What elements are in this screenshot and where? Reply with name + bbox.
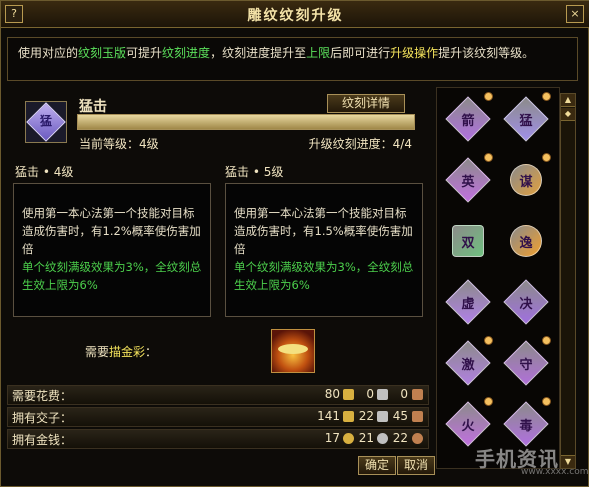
inscription-slot[interactable]: 虚 [445, 279, 491, 325]
upgrade-window: ? 雕纹纹刻升级 × 使用对应的纹刻玉版可提升纹刻进度，纹刻进度提升至上限后即可… [0, 0, 589, 487]
inscription-slot[interactable]: 毒 [503, 397, 551, 447]
cost-value: 141 [317, 409, 340, 423]
gold-paint-bowl-icon[interactable] [271, 329, 315, 373]
cancel-button[interactable]: 取消 [397, 456, 435, 475]
grid-scrollbar[interactable]: ▲ ◆ ▼ [560, 93, 576, 469]
level-box-next: 使用第一本心法第一个技能对目标造成伤害时，有1.5%概率使伤害加倍 单个纹刻满级… [225, 183, 423, 317]
level-cap-text: 单个纹刻满级效果为3%，全纹刻总生效上限为6% [22, 260, 202, 292]
copper-ingot-icon [412, 389, 423, 400]
cost-row-notes: 拥有交子： 141 22 45 [7, 407, 429, 427]
inscription-slot[interactable]: 英 [445, 153, 493, 203]
need-prefix: 需要 [85, 345, 110, 359]
desc-text: 提升该纹刻等级。 [438, 46, 535, 60]
inscription-glyph: 激 [461, 358, 475, 373]
inscription-slot[interactable]: 守 [503, 336, 551, 386]
cost-value: 21 [358, 431, 374, 445]
skill-icon-glyph: 猛 [39, 114, 52, 128]
window-title: 雕纹纹刻升级 [247, 8, 344, 24]
inscription-slot[interactable]: 箭 [445, 92, 493, 142]
bowl-rim [278, 344, 308, 354]
skill-name: 猛击 [79, 99, 107, 115]
cost-row-money: 拥有金钱： 17 21 22 [7, 429, 429, 449]
level-box-current: 使用第一本心法第一个技能对目标造成伤害时，有1.2%概率使伤害加倍 单个纹刻满级… [13, 183, 211, 317]
cost-label: 拥有金钱： [12, 433, 73, 447]
inscription-glyph: 毒 [519, 419, 533, 434]
skill-panel: 猛 猛击 纹刻详情 当前等级：4级 升级纹刻进度：4/4 猛击 • 4级 使用第… [7, 87, 432, 382]
level-effect-text: 使用第一本心法第一个技能对目标造成伤害时，有1.5%概率使伤害加倍 [234, 206, 413, 256]
inscription-glyph: 火 [461, 419, 475, 434]
upgrade-dot-icon [484, 92, 493, 101]
inscription-slot[interactable]: 谋 [503, 153, 551, 203]
inscription-slot[interactable]: 火 [445, 397, 493, 447]
desc-text: 使用对应的 [18, 46, 79, 60]
cost-value: 0 [366, 387, 374, 401]
cost-label: 需要花费： [12, 389, 73, 403]
inscription-glyph: 猛 [519, 114, 533, 129]
desc-text: ，纹刻进度提升至 [210, 46, 307, 60]
level-title-current: 猛击 • 4级 [15, 165, 74, 179]
inscription-glyph: 虚 [461, 297, 475, 312]
close-button[interactable]: × [566, 5, 584, 23]
description-box: 使用对应的纹刻玉版可提升纹刻进度，纹刻进度提升至上限后即可进行升级操作提升该纹刻… [7, 37, 578, 81]
upgrade-progress-bar [77, 114, 415, 130]
required-item-label: 需要描金彩： [85, 343, 157, 360]
cost-value: 22 [392, 431, 408, 445]
confirm-button[interactable]: 确定 [358, 456, 396, 475]
inscription-glyph: 逸 [519, 236, 533, 251]
desc-highlight-jade: 纹刻玉版 [78, 46, 127, 60]
level-title-next: 猛击 • 5级 [225, 165, 284, 179]
desc-text: 后即可进行 [330, 46, 391, 60]
cost-value: 17 [324, 431, 340, 445]
cost-value: 80 [324, 387, 340, 401]
copper-note-icon [412, 411, 423, 422]
upgrade-dot-icon [542, 336, 551, 345]
detail-button[interactable]: 纹刻详情 [327, 94, 405, 113]
inscription-slot[interactable]: 激 [445, 336, 493, 386]
current-level: 当前等级：4级 [79, 137, 159, 151]
need-item-name: 描金彩 [109, 345, 146, 359]
cost-value: 22 [358, 409, 374, 423]
inscription-grid: 箭 猛英 谋双 逸虚 决激 守火 毒 [436, 87, 560, 469]
skill-icon: 猛 [25, 101, 67, 143]
need-suffix: ： [145, 345, 158, 359]
watermark-url: www.xxxx.com [521, 467, 589, 477]
desc-highlight-upgrade: 升级操作 [390, 46, 439, 60]
upgrade-dot-icon [484, 153, 493, 162]
level-effect-text: 使用第一本心法第一个技能对目标造成伤害时，有1.2%概率使伤害加倍 [22, 206, 201, 256]
desc-highlight-progress: 纹刻进度 [162, 46, 211, 60]
cost-value: 45 [392, 409, 408, 423]
upgrade-dot-icon [542, 153, 551, 162]
inscription-slot[interactable]: 双 [445, 218, 491, 264]
cost-value: 0 [400, 387, 408, 401]
copper-coin-icon [412, 433, 423, 444]
inscription-glyph: 箭 [461, 114, 475, 129]
upgrade-progress-text: 升级纹刻进度：4/4 [308, 137, 412, 151]
upgrade-dot-icon [542, 397, 551, 406]
inscription-glyph: 守 [519, 358, 533, 373]
upgrade-dot-icon [484, 336, 493, 345]
level-cap-text: 单个纹刻满级效果为3%，全纹刻总生效上限为6% [234, 260, 414, 292]
inscription-glyph: 决 [519, 297, 533, 312]
title-bar[interactable]: ? 雕纹纹刻升级 × [1, 1, 589, 28]
inscription-glyph: 双 [461, 236, 475, 251]
scroll-thumb[interactable]: ◆ [561, 108, 575, 121]
desc-highlight-limit: 上限 [306, 46, 331, 60]
inscription-slot[interactable]: 决 [503, 279, 549, 325]
inscription-glyph: 谋 [519, 175, 533, 190]
cost-label: 拥有交子： [12, 411, 73, 425]
upgrade-dot-icon [484, 397, 493, 406]
desc-text: 可提升 [126, 46, 163, 60]
inscription-slot[interactable]: 逸 [503, 218, 549, 264]
inscription-slot[interactable]: 猛 [503, 92, 551, 142]
inscription-glyph: 英 [461, 175, 475, 190]
upgrade-dot-icon [542, 92, 551, 101]
scroll-up-icon[interactable]: ▲ [561, 94, 575, 107]
cost-row-required: 需要花费： 80 0 0 [7, 385, 429, 405]
